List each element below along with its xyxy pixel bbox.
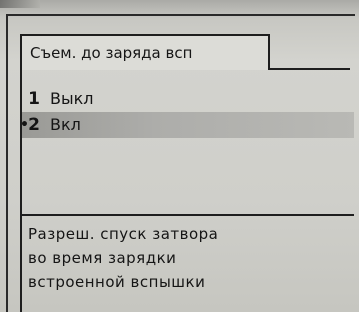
menu-title: Съем. до заряда всп [30,44,193,62]
option-on[interactable]: • 2 Вкл [20,112,354,138]
menu-title-tab: Съем. до заряда всп [20,34,270,70]
help-line: встроенной вспышки [28,273,206,291]
camera-lcd-photo: Съем. до заряда всп 1 Выкл • 2 Вкл Разреш.… [0,0,359,312]
help-text: Разреш. спуск затвора во время зарядки в… [28,222,354,294]
help-line: Разреш. спуск затвора [28,225,219,243]
option-list: 1 Выкл • 2 Вкл [20,78,354,208]
top-left-glare [0,0,40,8]
option-label: Вкл [50,115,81,134]
help-divider [22,214,354,216]
option-number: 1 [28,89,40,109]
option-label: Выкл [50,89,94,108]
option-off[interactable]: 1 Выкл [22,86,354,112]
selection-marker: • [20,117,29,133]
help-line: во время зарядки [28,249,177,267]
